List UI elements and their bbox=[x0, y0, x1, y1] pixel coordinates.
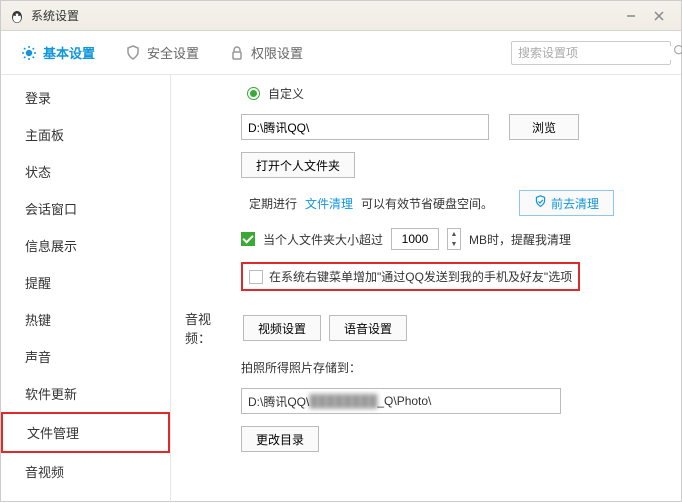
cleanup-text-suffix: 可以有效节省硬盘空间。 bbox=[361, 195, 493, 212]
context-menu-checkbox[interactable] bbox=[249, 270, 263, 284]
minimize-button[interactable] bbox=[617, 2, 645, 30]
sidebar-item-chat[interactable]: 会话窗口 bbox=[1, 190, 170, 227]
file-cleanup-link[interactable]: 文件清理 bbox=[305, 195, 353, 212]
tab-basic[interactable]: 基本设置 bbox=[21, 43, 95, 62]
path-input[interactable] bbox=[241, 114, 489, 140]
video-settings-button[interactable]: 视频设置 bbox=[243, 315, 321, 341]
photo-path-label: 拍照所得照片存储到： bbox=[241, 359, 361, 376]
sidebar-item-status[interactable]: 状态 bbox=[1, 153, 170, 190]
sidebar-item-hotkey[interactable]: 热键 bbox=[1, 301, 170, 338]
browse-button[interactable]: 浏览 bbox=[509, 114, 579, 140]
sidebar-item-filemgr[interactable]: 文件管理 bbox=[1, 412, 170, 453]
top-tabs: 基本设置 安全设置 权限设置 bbox=[1, 31, 681, 75]
tab-privacy-label: 权限设置 bbox=[251, 43, 303, 62]
size-input[interactable] bbox=[391, 228, 439, 250]
app-icon bbox=[9, 8, 25, 24]
custom-radio-label: 自定义 bbox=[268, 85, 304, 102]
cleanup-text-prefix: 定期进行 bbox=[249, 195, 297, 212]
search-icon bbox=[673, 44, 682, 62]
tab-security-label: 安全设置 bbox=[147, 43, 199, 62]
size-warn-suffix: MB时，提醒我清理 bbox=[469, 231, 571, 248]
context-menu-label: 在系统右键菜单增加"通过QQ发送到我的手机及好友"选项 bbox=[269, 268, 572, 285]
sidebar: 登录 主面板 状态 会话窗口 信息展示 提醒 热键 声音 软件更新 文件管理 音… bbox=[1, 75, 171, 503]
tab-basic-label: 基本设置 bbox=[43, 43, 95, 62]
sidebar-item-mainpanel[interactable]: 主面板 bbox=[1, 116, 170, 153]
av-section-label: 音视频： bbox=[185, 309, 235, 347]
open-folder-button[interactable]: 打开个人文件夹 bbox=[241, 152, 355, 178]
sidebar-item-login[interactable]: 登录 bbox=[1, 79, 170, 116]
lock-icon bbox=[229, 45, 245, 61]
chevron-down-icon[interactable]: ▼ bbox=[448, 239, 460, 249]
go-clean-button[interactable]: 前去清理 bbox=[519, 190, 614, 216]
tab-privacy[interactable]: 权限设置 bbox=[229, 43, 303, 62]
search-input[interactable] bbox=[518, 46, 673, 60]
change-dir-button[interactable]: 更改目录 bbox=[241, 426, 319, 452]
photo-path-input[interactable]: D:\腾讯QQ\████████_Q\Photo\ bbox=[241, 388, 561, 414]
content-panel: 自定义 浏览 打开个人文件夹 定期进行文件清理可以有效节省硬盘空间。 前去清理 … bbox=[171, 75, 681, 503]
voice-settings-button[interactable]: 语音设置 bbox=[329, 315, 407, 341]
chevron-up-icon[interactable]: ▲ bbox=[448, 229, 460, 239]
size-warn-prefix: 当个人文件夹大小超过 bbox=[263, 231, 383, 248]
sidebar-item-sound[interactable]: 声音 bbox=[1, 338, 170, 375]
custom-radio[interactable] bbox=[247, 87, 260, 100]
window-title: 系统设置 bbox=[31, 7, 617, 24]
size-spinner[interactable]: ▲▼ bbox=[447, 228, 461, 250]
close-button[interactable] bbox=[645, 2, 673, 30]
size-warn-checkbox[interactable] bbox=[241, 232, 255, 246]
context-menu-option-box: 在系统右键菜单增加"通过QQ发送到我的手机及好友"选项 bbox=[241, 262, 580, 291]
search-box[interactable] bbox=[511, 41, 671, 65]
gear-icon bbox=[21, 45, 37, 61]
sidebar-item-update[interactable]: 软件更新 bbox=[1, 375, 170, 412]
sidebar-item-notify[interactable]: 提醒 bbox=[1, 264, 170, 301]
shield-icon bbox=[125, 45, 141, 61]
titlebar: 系统设置 bbox=[1, 1, 681, 31]
sidebar-item-info[interactable]: 信息展示 bbox=[1, 227, 170, 264]
tab-security[interactable]: 安全设置 bbox=[125, 43, 199, 62]
shield-check-icon bbox=[534, 195, 547, 211]
sidebar-item-av[interactable]: 音视频 bbox=[1, 453, 170, 490]
